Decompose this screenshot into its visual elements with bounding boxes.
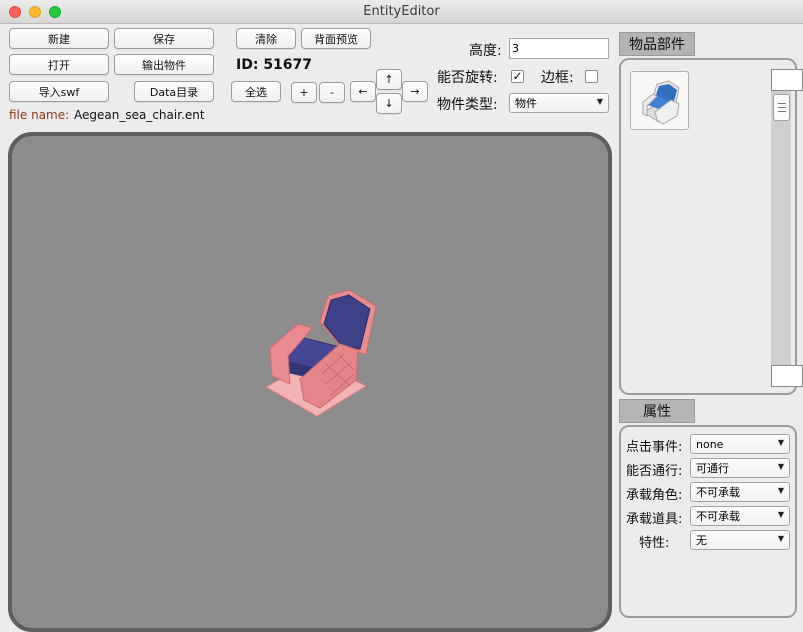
zoom-in-button[interactable]: + [291, 82, 317, 103]
back-preview-button[interactable]: 背面预览 [301, 28, 371, 49]
move-right-button[interactable]: → [402, 81, 428, 102]
chevron-down-icon: ▼ [777, 438, 784, 447]
new-button[interactable]: 新建 [9, 28, 109, 49]
chevron-down-icon: ▼ [777, 486, 784, 495]
chevron-down-icon: ▼ [777, 462, 784, 471]
move-down-button[interactable]: ↓ [376, 93, 402, 114]
editor-canvas[interactable] [8, 132, 612, 632]
attrs-panel-title: 属性 [619, 399, 695, 423]
move-left-button[interactable]: ← [350, 81, 376, 102]
chevron-down-icon: ▼ [596, 97, 603, 106]
file-name-label: file name: [9, 108, 70, 122]
id-prefix: ID: [236, 57, 259, 73]
feature-value: 无 [696, 534, 707, 547]
file-name-value: Aegean_sea_chair.ent [74, 108, 205, 122]
save-button[interactable]: 保存 [114, 28, 214, 49]
rotate-label: 能否旋转: [437, 70, 498, 86]
export-object-button[interactable]: 输出物件 [114, 54, 214, 75]
scroll-up-arrow[interactable] [771, 69, 803, 91]
carry-role-value: 不可承载 [696, 486, 740, 499]
id-label: ID: 51677 [236, 57, 312, 73]
carry-role-select[interactable]: 不可承载 ▼ [690, 482, 790, 502]
scroll-down-arrow[interactable] [771, 365, 803, 387]
click-event-value: none [696, 437, 724, 451]
passable-select[interactable]: 可通行 ▼ [690, 458, 790, 478]
carry-item-select[interactable]: 不可承载 ▼ [690, 506, 790, 526]
rotate-checkbox[interactable]: ✓ [511, 70, 524, 83]
select-all-button[interactable]: 全选 [231, 81, 281, 102]
id-value: 51677 [263, 57, 313, 73]
chair-sprite[interactable] [12, 136, 608, 628]
chevron-down-icon: ▼ [777, 534, 784, 543]
zoom-out-button[interactable]: - [319, 82, 345, 103]
border-label: 边框: [541, 70, 574, 86]
window-title: EntityEditor [363, 4, 440, 19]
chevron-down-icon: ▼ [777, 510, 784, 519]
carry-role-label: 承载角色: [626, 488, 683, 503]
import-swf-button[interactable]: 导入swf [9, 81, 109, 102]
height-input[interactable]: 3 [509, 38, 609, 59]
passable-label: 能否通行: [626, 464, 683, 479]
object-type-label: 物件类型: [437, 97, 498, 113]
title-bar: EntityEditor [0, 0, 803, 24]
feature-select[interactable]: 无 ▼ [690, 530, 790, 550]
feature-label: 特性: [639, 536, 670, 551]
chair-thumbnail-icon[interactable] [630, 71, 689, 130]
carry-item-value: 不可承载 [696, 510, 740, 523]
object-type-select[interactable]: 物件 ▼ [509, 93, 609, 113]
parts-panel-title: 物品部件 [619, 32, 695, 56]
carry-item-label: 承载道具: [626, 512, 683, 527]
click-event-select[interactable]: none ▼ [690, 434, 790, 454]
clear-button[interactable]: 清除 [236, 28, 296, 49]
passable-value: 可通行 [696, 462, 729, 475]
height-label: 高度: [469, 43, 502, 59]
open-button[interactable]: 打开 [9, 54, 109, 75]
object-type-value: 物件 [515, 97, 537, 110]
move-up-button[interactable]: ↑ [376, 69, 402, 90]
click-event-label: 点击事件: [626, 440, 683, 455]
border-checkbox[interactable] [585, 70, 598, 83]
scroll-thumb[interactable] [773, 94, 790, 121]
data-directory-button[interactable]: Data目录 [134, 81, 214, 102]
